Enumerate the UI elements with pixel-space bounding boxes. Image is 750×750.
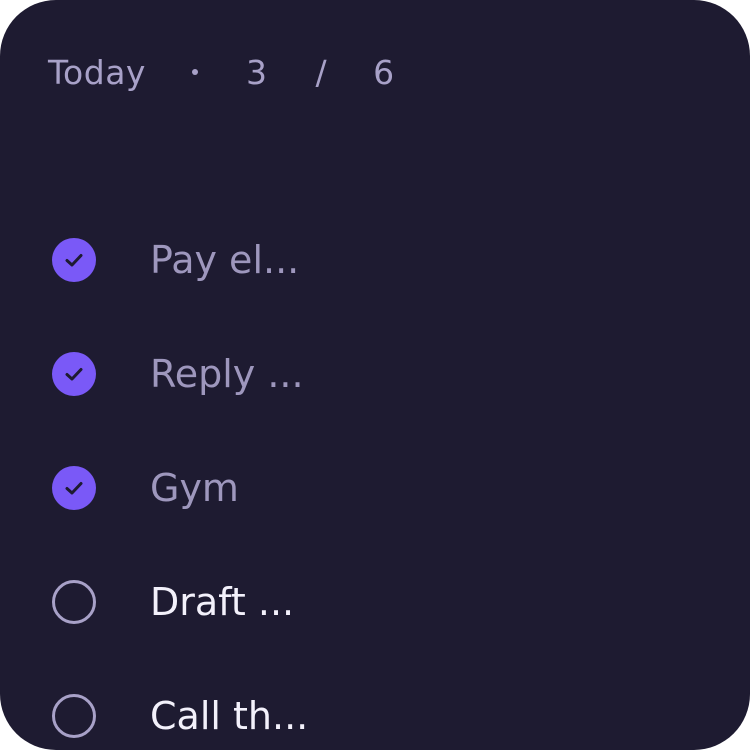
task-item[interactable]: Draft ... [52, 578, 294, 626]
checkbox-unchecked-icon[interactable] [52, 694, 96, 738]
todo-widget: Today 3 / 6 Pay el... Reply ... Gym Draf… [0, 0, 750, 750]
checkbox-checked-icon[interactable] [52, 466, 96, 510]
task-label: Reply ... [150, 352, 304, 396]
task-label: Pay el... [150, 238, 300, 282]
checkbox-unchecked-icon[interactable] [52, 580, 96, 624]
task-item[interactable]: Gym [52, 464, 239, 512]
completed-count: 3 [245, 52, 268, 92]
task-item[interactable]: Call th... [52, 692, 308, 740]
checkbox-checked-icon[interactable] [52, 238, 96, 282]
task-item[interactable]: Pay el... [52, 236, 299, 284]
header-title: Today [48, 52, 146, 92]
header-separator-dot [191, 69, 198, 75]
widget-header: Today 3 / 6 [48, 50, 395, 94]
total-count: 6 [373, 52, 395, 92]
checkbox-checked-icon[interactable] [52, 352, 96, 396]
task-label: Call th... [150, 694, 309, 738]
task-item[interactable]: Reply ... [52, 350, 304, 398]
count-slash: / [315, 52, 328, 92]
task-label: Draft ... [150, 580, 295, 624]
task-label: Gym [150, 466, 239, 510]
